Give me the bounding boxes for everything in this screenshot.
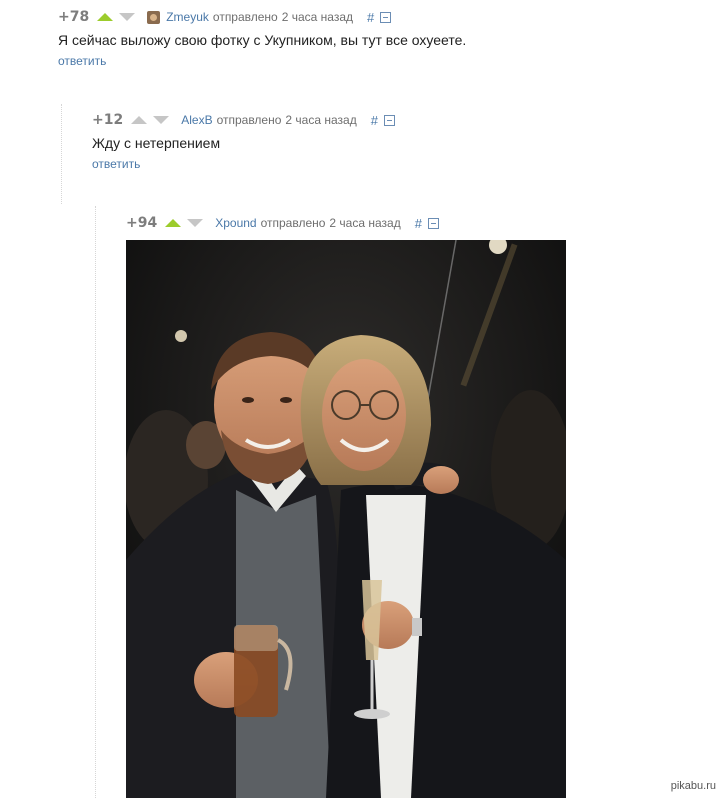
comment-2-permalink[interactable]: #	[371, 113, 378, 128]
comment-3-photo[interactable]	[126, 240, 566, 798]
vote-up-icon[interactable]	[97, 13, 114, 21]
comment-3: +94 Xpound отправлено 2 часа назад #	[126, 214, 439, 232]
comment-1: +78 Zmeyuk отправлено 2 часа назад # Я с…	[58, 8, 466, 70]
avatar-icon[interactable]	[147, 10, 161, 24]
thread-line-level-3	[95, 206, 96, 798]
photo-illustration	[126, 240, 566, 798]
collapse-icon[interactable]	[427, 217, 439, 229]
comment-2-time[interactable]: 2 часа назад	[285, 113, 356, 127]
comment-1-text: Я сейчас выложу свою фотку с Укупником, …	[58, 32, 467, 48]
comments-page: +78 Zmeyuk отправлено 2 часа назад # Я с…	[0, 0, 722, 798]
comment-1-meta: +78 Zmeyuk отправлено 2 часа назад #	[58, 8, 466, 26]
comment-1-reply-link[interactable]: ответить	[58, 54, 106, 68]
comment-3-time[interactable]: 2 часа назад	[329, 216, 400, 230]
vote-up-icon[interactable]	[131, 116, 148, 124]
comment-1-permalink[interactable]: #	[367, 10, 374, 25]
comment-2-author[interactable]: AlexB	[181, 113, 212, 127]
comment-1-rating: +78	[58, 9, 90, 25]
comment-3-posted-label: отправлено	[260, 216, 326, 230]
vote-down-icon[interactable]	[187, 219, 204, 227]
comment-1-author[interactable]: Zmeyuk	[166, 10, 209, 24]
comment-2: +12 AlexB отправлено 2 часа назад # Жду …	[92, 111, 395, 173]
comment-3-author[interactable]: Xpound	[215, 216, 256, 230]
thread-line-level-2	[61, 104, 62, 204]
comment-2-meta: +12 AlexB отправлено 2 часа назад #	[92, 111, 395, 129]
vote-up-icon[interactable]	[165, 219, 182, 227]
comment-3-permalink[interactable]: #	[415, 216, 422, 231]
comment-2-text: Жду с нетерпением	[92, 135, 221, 151]
watermark: pikabu.ru	[670, 780, 716, 792]
comment-2-posted-label: отправлено	[216, 113, 282, 127]
collapse-icon[interactable]	[380, 11, 392, 23]
vote-down-icon[interactable]	[119, 13, 136, 21]
vote-down-icon[interactable]	[153, 116, 170, 124]
collapse-icon[interactable]	[383, 114, 395, 126]
comment-3-rating: +94	[126, 215, 158, 231]
comment-1-time[interactable]: 2 часа назад	[282, 10, 353, 24]
comment-1-posted-label: отправлено	[212, 10, 278, 24]
comment-2-reply-link[interactable]: ответить	[92, 157, 140, 171]
comment-2-rating: +12	[92, 112, 124, 128]
comment-3-meta: +94 Xpound отправлено 2 часа назад #	[126, 214, 439, 232]
